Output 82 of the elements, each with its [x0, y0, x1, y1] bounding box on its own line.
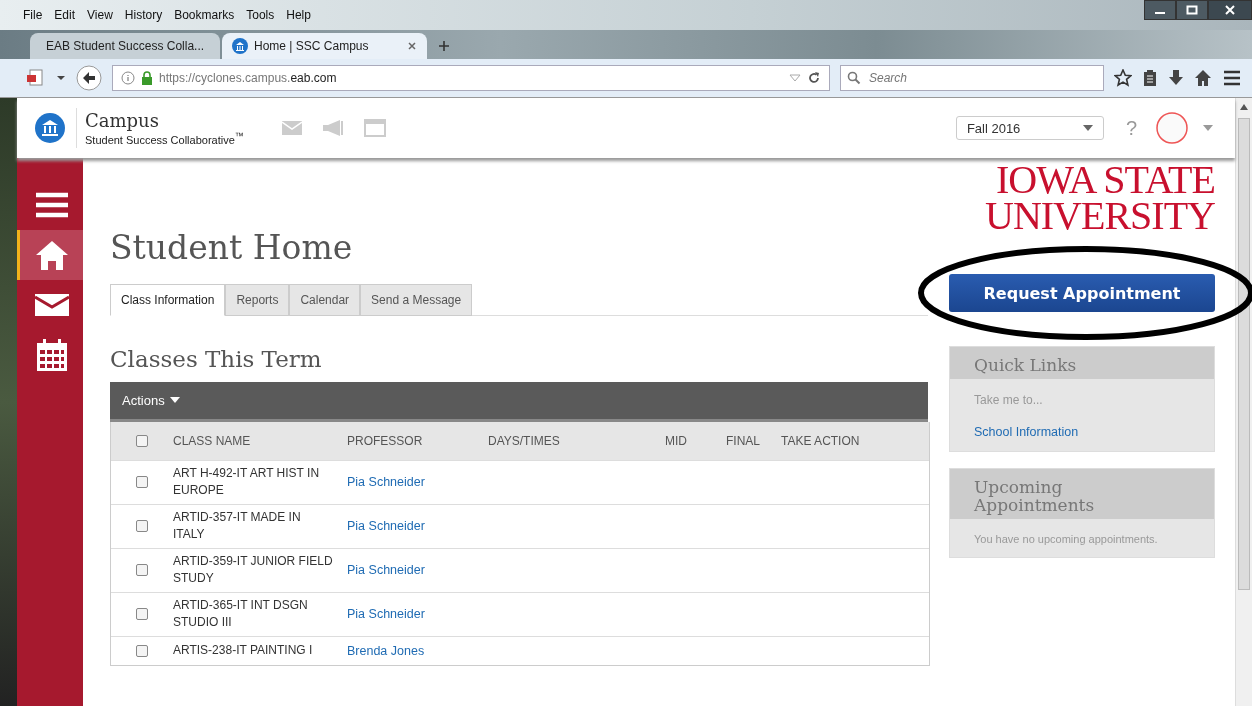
empty-message: You have no upcoming appointments.: [974, 532, 1159, 545]
minimize-button[interactable]: [1144, 0, 1176, 20]
menu-item[interactable]: Help: [285, 7, 312, 22]
column-header: DAYS/TIMES: [488, 433, 561, 448]
home-icon: [35, 240, 68, 270]
building-logo-icon: [34, 112, 66, 144]
column-header: CLASS NAME: [173, 433, 252, 448]
menu-item[interactable]: File: [22, 7, 44, 22]
checkbox[interactable]: [136, 644, 148, 657]
professor-link[interactable]: Pia Schneider: [347, 563, 425, 578]
checkbox[interactable]: [136, 608, 148, 621]
new-tab-icon[interactable]: [437, 39, 451, 54]
checkbox[interactable]: [136, 564, 148, 577]
column-header: MID: [665, 433, 688, 448]
menu-icon[interactable]: [1222, 69, 1242, 88]
browser-tab[interactable]: Home | SSC Campus: [222, 33, 427, 60]
term-dropdown[interactable]: Fall 2016: [955, 116, 1104, 140]
url-text: https://cyclones.campus.eab.com: [159, 71, 337, 86]
professor-link[interactable]: Brenda Jones: [347, 643, 425, 658]
actions-dropdown[interactable]: Actions: [122, 392, 180, 408]
envelope-icon: [34, 294, 69, 316]
professor-link[interactable]: Pia Schneider: [347, 607, 425, 622]
close-icon[interactable]: [407, 41, 417, 52]
address-bar[interactable]: https://cyclones.campus.eab.com: [112, 65, 830, 92]
clipboard-icon[interactable]: [1142, 69, 1158, 88]
section-title: Classes This Term: [110, 345, 323, 372]
back-icon[interactable]: [76, 65, 102, 92]
tab[interactable]: Send a Message: [360, 283, 473, 316]
minimize-icon: [1155, 12, 1165, 14]
reload-icon[interactable]: [807, 71, 821, 86]
avatar-icon[interactable]: [1155, 111, 1189, 145]
star-icon[interactable]: [1114, 69, 1132, 88]
panel-title: Upcoming Appointments: [974, 478, 1096, 515]
document-icon[interactable]: [26, 69, 46, 88]
request-appointment-button[interactable]: Request Appointment: [949, 274, 1215, 312]
table-cell-text: ARTID-365-IT INT DSGN STUDIO III: [173, 597, 309, 632]
menu-item[interactable]: Tools: [245, 7, 276, 22]
close-button[interactable]: [1208, 0, 1252, 20]
menu-icon: [35, 192, 68, 218]
table-cell-text: ARTIS-238-IT PAINTING I: [173, 642, 314, 660]
scrollbar[interactable]: [1235, 98, 1252, 706]
close-icon: [1224, 5, 1236, 15]
checkbox[interactable]: [136, 476, 148, 489]
search-icon: [847, 71, 861, 86]
building-icon: [232, 38, 248, 55]
caret-icon: [169, 397, 180, 404]
professor-link[interactable]: Pia Schneider: [347, 475, 425, 490]
tab[interactable]: Class Information: [110, 283, 226, 316]
table-cell-text: ARTID-359-IT JUNIOR FIELD STUDY: [173, 553, 333, 588]
scroll-thumb[interactable]: [1238, 118, 1250, 590]
menu-item[interactable]: Bookmarks: [173, 7, 236, 22]
page-title: Student Home: [110, 228, 354, 268]
column-header: PROFESSOR: [347, 433, 424, 448]
home-icon[interactable]: [1194, 69, 1212, 88]
search-field[interactable]: Search: [840, 65, 1104, 92]
checkbox[interactable]: [136, 434, 148, 447]
table-cell-text: ART H-492-IT ART HIST IN EUROPE: [173, 465, 321, 500]
table-cell-text: ARTID-357-IT MADE IN ITALY: [173, 509, 302, 544]
tab[interactable]: Reports: [225, 283, 290, 316]
maximize-icon: [1186, 5, 1198, 15]
checkbox[interactable]: [136, 520, 148, 533]
browser-tab[interactable]: EAB Student Success Colla...: [30, 33, 220, 60]
sidebar-item[interactable]: [17, 230, 83, 280]
info-icon: [121, 71, 135, 86]
column-header: FINAL: [726, 433, 761, 448]
maximize-button[interactable]: [1176, 0, 1208, 20]
university-logo: IOWA STATE UNIVERSITY: [984, 162, 1215, 234]
tab[interactable]: Calendar: [289, 283, 361, 316]
quick-link[interactable]: School Information: [974, 424, 1190, 439]
professor-link[interactable]: Pia Schneider: [347, 519, 425, 534]
column-header: TAKE ACTION: [781, 433, 861, 448]
menu-item[interactable]: Edit: [53, 7, 77, 22]
calendar-icon: [36, 339, 67, 371]
app-subtitle: Student Success Collaborative$^{™}$: [85, 131, 244, 146]
up-arrow-icon[interactable]: [1240, 104, 1248, 110]
menu-item[interactable]: History: [123, 7, 164, 22]
panel-intro: Take me to...: [974, 392, 1044, 407]
caret-icon: [1082, 125, 1093, 131]
lock-icon: [141, 71, 153, 86]
menu-item[interactable]: View: [86, 7, 114, 22]
app-name: Campus: [85, 110, 160, 132]
panel-title: Quick Links: [974, 357, 1078, 375]
